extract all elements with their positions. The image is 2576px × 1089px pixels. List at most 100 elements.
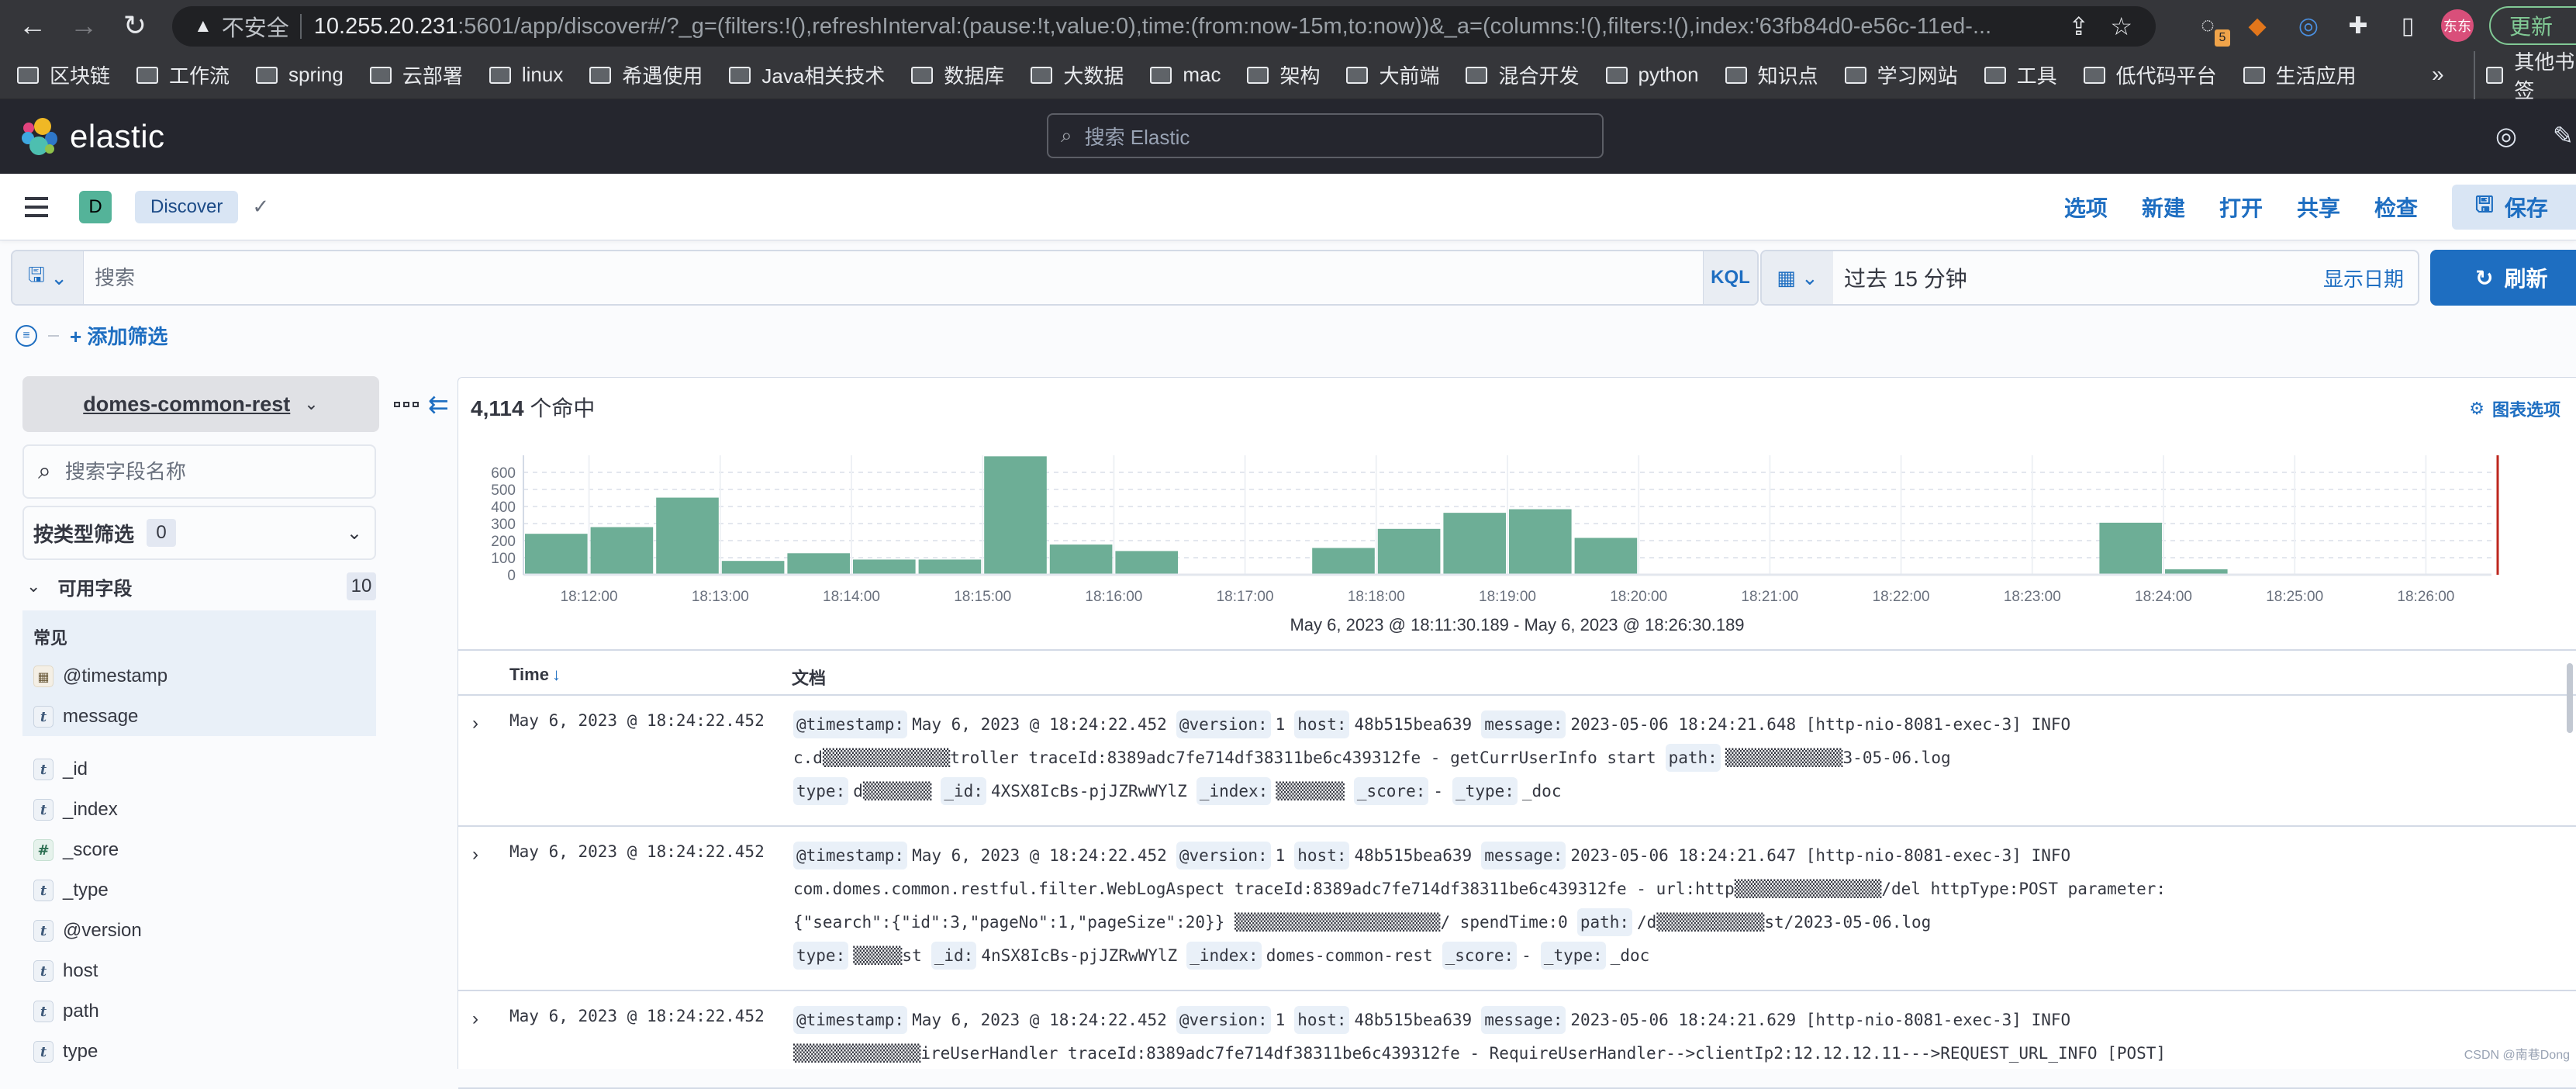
bookmark-folder[interactable]: 大数据 xyxy=(1031,60,1124,89)
field-key[interactable]: path: xyxy=(1665,744,1721,772)
bookmark-folder[interactable]: Java相关技术 xyxy=(729,60,885,89)
field-item[interactable]: t _type xyxy=(33,873,109,908)
news-feed-icon[interactable]: ✎ xyxy=(2553,121,2574,150)
index-pattern-selector[interactable]: domes-common-rest ⌄ xyxy=(22,376,379,432)
bookmark-folder[interactable]: 云部署 xyxy=(369,60,463,89)
field-key[interactable]: @timestamp: xyxy=(793,842,908,869)
help-lifebuoy-icon[interactable]: ◎ xyxy=(2495,121,2517,150)
field-key[interactable]: @timestamp: xyxy=(793,1006,908,1034)
bookmark-folder[interactable]: spring xyxy=(256,63,344,87)
field-key[interactable]: _id: xyxy=(941,777,986,805)
address-bar[interactable]: ▲ 不安全 10.255.20.231:5601/app/discover#/?… xyxy=(172,6,2156,47)
refresh-button[interactable]: ↻ 刷新 xyxy=(2430,250,2576,306)
field-item[interactable]: t _index xyxy=(33,793,118,827)
histogram-bar[interactable] xyxy=(853,559,916,575)
extension-ring-icon[interactable]: ◎ xyxy=(2292,9,2325,42)
time-range-value[interactable]: 过去 15 分钟 xyxy=(1833,262,2323,293)
expand-row-icon[interactable]: › xyxy=(472,1008,478,1030)
open-link[interactable]: 打开 xyxy=(2219,192,2263,223)
field-key[interactable]: host: xyxy=(1294,842,1350,869)
options-link[interactable]: 选项 xyxy=(2064,192,2108,223)
field-key[interactable]: message: xyxy=(1481,1006,1566,1034)
field-key[interactable]: message: xyxy=(1481,710,1566,738)
bookmark-star-icon[interactable]: ☆ xyxy=(2110,12,2132,41)
bookmarks-overflow[interactable]: » xyxy=(2432,62,2444,87)
bookmark-folder[interactable]: 低代码平台 xyxy=(2083,60,2217,89)
field-key[interactable]: @timestamp: xyxy=(793,710,908,738)
field-item[interactable]: t _id xyxy=(33,752,88,786)
back-button[interactable]: ← xyxy=(14,7,51,44)
histogram-bar[interactable] xyxy=(2099,522,2162,575)
puzzle-extensions-icon[interactable]: ✚ xyxy=(2342,9,2374,42)
filter-menu-icon[interactable]: ≡ xyxy=(16,324,37,347)
field-key[interactable]: _index: xyxy=(1196,777,1272,805)
expand-row-icon[interactable]: › xyxy=(472,713,478,735)
breadcrumb-discover[interactable]: Discover xyxy=(135,190,239,223)
inspect-link[interactable]: 检查 xyxy=(2374,192,2418,223)
table-row[interactable]: › May 6, 2023 @ 18:24:22.452 @timestamp: Ma… xyxy=(458,991,2576,1089)
chart-options-button[interactable]: ⚙ 图表选项 xyxy=(2469,396,2560,421)
field-item[interactable]: t message xyxy=(33,700,138,734)
field-key[interactable]: @version: xyxy=(1176,842,1271,869)
add-filter-button[interactable]: + 添加筛选 xyxy=(70,321,167,350)
query-language-toggle[interactable]: KQL xyxy=(1703,251,1757,304)
share-icon[interactable]: ⇪ xyxy=(2068,12,2089,41)
histogram-bar[interactable] xyxy=(918,559,982,575)
column-header-time[interactable]: Time ↓ xyxy=(509,665,561,685)
histogram-bar[interactable] xyxy=(721,561,785,575)
bookmark-folder[interactable]: 生活应用 xyxy=(2243,60,2357,89)
field-item[interactable]: ▦ @timestamp xyxy=(33,659,167,693)
histogram-bar[interactable] xyxy=(656,497,719,575)
histogram-bar[interactable] xyxy=(1443,513,1506,575)
field-key[interactable]: path: xyxy=(1576,908,1633,936)
bookmark-folder[interactable]: 工具 xyxy=(1984,60,2057,89)
share-link[interactable]: 共享 xyxy=(2297,192,2340,223)
query-input[interactable] xyxy=(84,265,1703,290)
bookmark-folder[interactable]: 知识点 xyxy=(1725,60,1818,89)
menu-toggle-icon[interactable] xyxy=(25,196,48,217)
bookmark-folder[interactable]: 学习网站 xyxy=(1844,60,1958,89)
histogram-chart[interactable]: 0100200300400500600 18:12:00 18:13:00 18:14… xyxy=(458,448,2576,610)
field-key[interactable]: host: xyxy=(1294,710,1350,738)
bookmark-folder[interactable]: 工作流 xyxy=(136,60,230,89)
collapse-sidebar-icon[interactable]: ⇇ xyxy=(428,389,449,419)
show-dates-link[interactable]: 显示日期 xyxy=(2323,264,2404,292)
field-key[interactable]: message: xyxy=(1481,842,1566,869)
global-search-input[interactable]: ⌕ 搜索 Elastic xyxy=(1047,113,1604,158)
bookmark-folder[interactable]: 希遇使用 xyxy=(589,60,703,89)
reload-button[interactable]: ↻ xyxy=(116,7,154,44)
scrollbar-thumb[interactable] xyxy=(2567,663,2573,733)
table-row[interactable]: › May 6, 2023 @ 18:24:22.452 @timestamp: Ma… xyxy=(458,827,2576,991)
histogram-bar[interactable] xyxy=(1115,551,1178,575)
field-key[interactable]: _id: xyxy=(931,942,977,970)
saved-query-menu-button[interactable]: 🖫 ⌄ xyxy=(12,251,84,304)
histogram-bar[interactable] xyxy=(1574,538,1638,575)
bookmark-folder[interactable]: 大前端 xyxy=(1346,60,1439,89)
field-search-input[interactable] xyxy=(64,459,344,484)
field-key[interactable]: type: xyxy=(793,942,849,970)
field-key[interactable]: _score: xyxy=(1442,942,1518,970)
sidebar-toggle-icon[interactable]: ▯ xyxy=(2391,9,2424,42)
histogram-bar[interactable] xyxy=(525,534,588,575)
histogram-bar[interactable] xyxy=(787,553,850,575)
field-item[interactable]: # _score xyxy=(33,833,119,867)
histogram-bar[interactable] xyxy=(1509,509,1572,575)
field-key[interactable]: @version: xyxy=(1176,1006,1271,1034)
field-item[interactable]: t path xyxy=(33,994,99,1028)
metamask-fox-icon[interactable]: ◆ xyxy=(2241,9,2274,42)
quick-time-menu-button[interactable]: ▦ ⌄ xyxy=(1762,251,1833,304)
space-avatar[interactable]: D xyxy=(79,190,112,223)
histogram-bar[interactable] xyxy=(590,527,654,575)
bookmark-folder[interactable]: 架构 xyxy=(1247,60,1320,89)
bookmark-folder[interactable]: 数据库 xyxy=(911,60,1004,89)
field-key[interactable]: type: xyxy=(793,777,849,805)
filter-by-type-button[interactable]: 按类型筛选 0 ⌄ xyxy=(22,506,376,560)
bookmark-folder[interactable]: linux xyxy=(489,63,563,87)
field-key[interactable]: host: xyxy=(1294,1006,1350,1034)
other-bookmarks[interactable]: 其他书签 xyxy=(2474,50,2576,102)
histogram-bar[interactable] xyxy=(984,456,1047,575)
forward-button[interactable]: → xyxy=(65,7,102,44)
available-fields-toggle[interactable]: ⌄ 可用字段 10 xyxy=(26,571,376,602)
sidebar-options-icon[interactable] xyxy=(394,402,419,407)
bookmark-folder[interactable]: 区块链 xyxy=(17,60,110,89)
